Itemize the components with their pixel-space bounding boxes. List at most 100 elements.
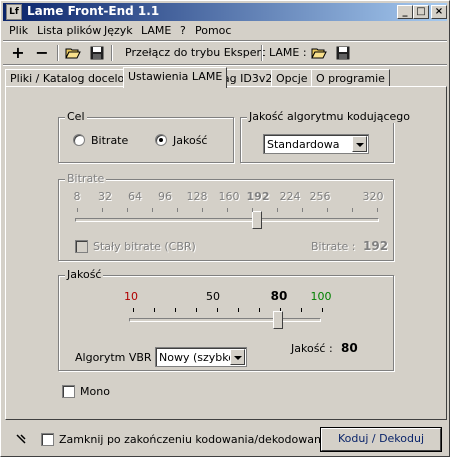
bitrate-scale-label: 224 [279,190,301,203]
bitrate-tick [127,208,128,212]
bitrate-value-label: Bitrate : [311,240,356,253]
bitrate-tick [152,208,153,212]
menu-help-mark[interactable]: ? [180,24,186,37]
open-folder-icon[interactable] [63,44,83,62]
bitrate-scale-label: 96 [158,190,172,203]
lame-save-icon[interactable] [333,44,353,62]
algorithm-quality-group: Jakość algorytmu kodującego Standardowa [240,110,412,163]
expert-mode-button[interactable]: Przełącz do trybu Ekspert [125,44,265,62]
bitrate-tick [177,208,178,212]
tab-about[interactable]: O programie [311,69,390,87]
quality-value: 80 [341,341,358,355]
radio-bitrate-label[interactable]: Bitrate [91,134,128,147]
cbr-label: Stały bitrate (CBR) [93,240,196,253]
title-bar[interactable]: Lf Lame Front-End 1.1 _ □ × [3,3,447,21]
close-button[interactable]: × [431,5,447,19]
footer-bar: Zamknij po zakończeniu kodowania/dekodow… [3,425,447,455]
lame-open-folder-icon[interactable] [309,44,329,62]
maximize-button[interactable]: □ [413,5,429,19]
cbr-checkbox[interactable] [75,240,88,253]
bitrate-tick [227,208,228,212]
quality-tick [175,308,176,312]
quality-tick [301,308,302,312]
app-icon: Lf [6,4,22,20]
quality-tick [322,308,323,312]
bitrate-scale-label: 32 [98,190,112,203]
bitrate-tick [327,208,328,212]
algorithm-quality-select[interactable]: Standardowa [263,134,369,154]
quality-scale-label-10: 10 [124,290,138,303]
remove-files-button[interactable]: − [31,44,53,62]
bitrate-scale-label: 256 [309,190,331,203]
quality-tick [238,308,239,312]
algorithm-quality-value: Standardowa [267,138,340,151]
bitrate-scale-label: 320 [362,190,384,203]
bitrate-scale-label: 8 [73,190,81,203]
bitrate-scale-label: 128 [186,190,208,203]
quality-tick [133,308,134,312]
bitrate-slider-thumb[interactable] [252,211,263,234]
menu-bar: Plik Lista plików Język LAME ? Pomoc [3,22,447,40]
quality-scale-label-50: 50 [206,290,220,303]
vbr-algorithm-label: Algorytm VBR : [75,351,159,364]
radio-bitrate[interactable] [73,134,85,146]
vbr-algorithm-select[interactable]: Nowy (szybko) [155,347,247,367]
quality-scale-label-100: 100 [310,290,332,303]
radio-quality-label[interactable]: Jakość [173,134,207,147]
encode-decode-button[interactable]: Koduj / Dekoduj [320,427,442,452]
quality-tick [154,308,155,312]
radio-quality[interactable] [155,134,167,146]
save-icon[interactable] [87,44,107,62]
bitrate-scale-label-selected: 192 [246,190,270,203]
chevron-down-icon[interactable] [352,136,367,152]
resize-grip-icon [15,433,27,445]
tab-lame-settings[interactable]: Ustawienia LAME [123,67,228,88]
bitrate-slider-track[interactable] [75,218,379,222]
menu-lame[interactable]: LAME [141,24,171,37]
minimize-button[interactable]: _ [397,5,413,19]
vbr-algorithm-value: Nowy (szybko) [159,351,240,364]
toolbar: + − Przełącz do trybu Ekspert LAME : [3,42,447,64]
bitrate-value: 192 [363,239,389,253]
mono-checkbox[interactable] [62,385,75,398]
quality-group: Jakość 10 50 80 100 Jakość : 80 Algorytm… [58,268,394,371]
add-files-button[interactable]: + [7,44,29,62]
bitrate-tick [352,208,353,212]
quality-slider-thumb[interactable] [273,311,284,334]
bitrate-group: Bitrate 8 32 64 96 128 160 192 224 256 3… [58,172,394,261]
bitrate-tick [102,208,103,212]
quality-tick [217,308,218,312]
mono-label[interactable]: Mono [80,385,110,398]
bitrate-tick [202,208,203,212]
target-group: Cel Bitrate Jakość [58,110,234,163]
quality-slider-track[interactable] [129,318,321,322]
close-after-label[interactable]: Zamknij po zakończeniu kodowania/dekodow… [59,433,331,446]
quality-tick [196,308,197,312]
algorithm-quality-title: Jakość algorytmu kodującego [247,110,412,123]
toolbar-divider [111,45,113,61]
tab-options[interactable]: Opcje [271,69,313,87]
window-title: Lame Front-End 1.1 [27,4,160,18]
bitrate-tick [252,208,253,212]
toolbar-divider-line [3,64,447,66]
toolbar-divider [261,45,263,61]
menu-pomoc[interactable]: Pomoc [195,24,231,37]
bitrate-scale-label: 64 [128,190,142,203]
menu-jezyk[interactable]: Język [104,24,133,37]
bitrate-tick [77,208,78,212]
quality-value-label: Jakość : [291,342,333,355]
bitrate-tick [377,208,378,212]
bitrate-tick [277,208,278,212]
bitrate-group-title: Bitrate [65,172,107,185]
toolbar-divider [57,45,59,61]
close-after-checkbox[interactable] [41,433,54,446]
chevron-down-icon[interactable] [230,349,245,365]
lame-label: LAME : [269,46,307,59]
quality-scale-label-80: 80 [270,289,288,303]
menu-lista-plikow[interactable]: Lista plików [37,24,101,37]
lame-settings-panel: Cel Bitrate Jakość Jakość algorytmu kodu… [5,86,447,420]
bitrate-scale-label: 160 [218,190,240,203]
menu-plik[interactable]: Plik [9,24,28,37]
quality-group-title: Jakość [65,268,104,281]
main-window: Lf Lame Front-End 1.1 _ □ × Plik Lista p… [0,0,450,457]
